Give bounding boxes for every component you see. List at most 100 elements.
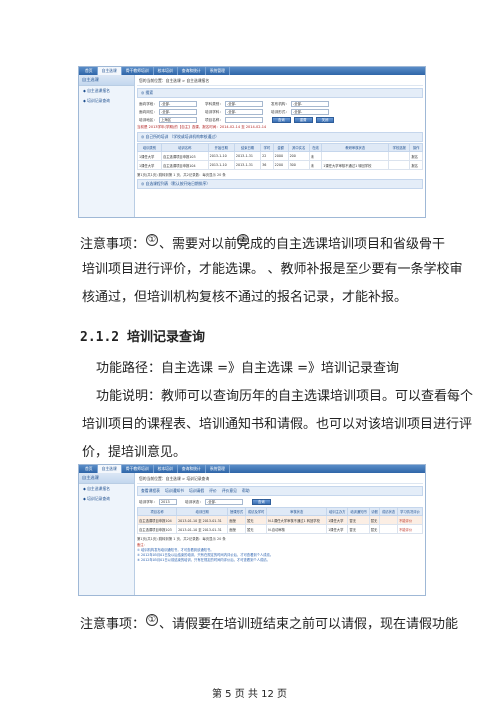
table-row[interactable]: 自主选课项目申报103 2013-01-10 至 2013-01-31 面授 暂…	[136, 524, 424, 534]
evaluation-opinion-button[interactable]: 评价意见	[222, 488, 237, 494]
table-row[interactable]: 自主选课项目申报104 2013-01-10 至 2013-01-31 面授 暂…	[136, 515, 424, 525]
cell-hours: 36	[260, 160, 274, 170]
select-status[interactable]: -全部-	[205, 499, 243, 505]
reset-button[interactable]: 重置	[293, 117, 313, 123]
main-panel: 您的当前位置：自主选课 > 自主选课报名 ◎ 搜索 面向学段： -全部- 学科类…	[137, 77, 423, 217]
help-button[interactable]: 帮助	[242, 488, 250, 494]
nav-tab-school[interactable]: 校本培训	[154, 465, 178, 473]
cell-fee: 2200	[272, 160, 289, 170]
circled-number-1: ①	[146, 234, 159, 246]
nav-tab-query[interactable]: 查询和统计	[178, 465, 206, 473]
col-score: 成绩及学时	[244, 507, 268, 516]
cell-real: 200	[287, 151, 310, 161]
cell-category: 1课任大学	[137, 160, 162, 170]
training-notice-button[interactable]: 培训通知书	[165, 488, 184, 494]
col-category: 培训类别	[137, 143, 162, 152]
cell-org: 1课任大学	[326, 524, 349, 534]
select-year[interactable]: 2013	[159, 499, 177, 505]
function-desc-3: 价，提培训意见。	[82, 445, 187, 460]
view-schedule-button[interactable]: 查看课程表	[141, 488, 160, 494]
leave-request-button[interactable]: 培训请假	[189, 488, 204, 494]
table-header-row: 项目名称 培训日期 授课形式 成绩及学时 审核状态 培训主办方 培训通知书 请假…	[136, 507, 424, 516]
select-publisher[interactable]: -全部-	[291, 101, 329, 107]
cell-project-link[interactable]: 自主选课项目申报104	[136, 515, 178, 525]
cell-status: N.自动审核	[266, 524, 328, 534]
close-button[interactable]: 关闭	[315, 117, 335, 123]
note-line-2: 培训项目进行评价，才能选课。 ② 、教师补报是至少要有一条学校审	[82, 234, 463, 278]
breadcrumb: 您的当前位置：自主选课 > 培训记录查询	[137, 475, 423, 484]
col-fee: 金额	[272, 143, 289, 152]
note-text-1: 、需要对以前完成的自主选课培训项目和省级骨干	[159, 237, 446, 252]
select-mode[interactable]: -全部-	[291, 109, 329, 115]
sidebar-item-registration[interactable]: ◆ 自主选课报名	[79, 86, 134, 96]
label-subject: 培训学科：	[205, 109, 223, 114]
sidebar-item-registration[interactable]: ◆ 自主选课报名	[79, 484, 134, 494]
col-hours: 学时	[260, 143, 274, 152]
cell-project-link[interactable]: 自主选课项目申报103	[136, 524, 178, 534]
nav-tab-backbone[interactable]: 骨干教师培训	[122, 67, 154, 75]
function-path: 功能路径：自主选课 =》自主选课 =》培训记录查询	[96, 361, 400, 376]
sidebar-item-records[interactable]: ◆ 培训记录查询	[79, 96, 134, 106]
select-region[interactable]: 上海区	[159, 117, 197, 123]
screenshot-training-records: 首页 自主选课 骨干教师培训 校本培训 查询和统计 系统管理 自主选课 ◆ 自主…	[78, 464, 426, 596]
cell-name-link[interactable]: 自主选课项目申报104	[160, 160, 209, 170]
select-subject[interactable]: -全部-	[225, 109, 263, 115]
cell-eval: 不能评价	[396, 524, 424, 534]
register-link[interactable]: 报名	[409, 160, 423, 170]
col-school: 学校选报	[388, 143, 411, 152]
nav-tab-query[interactable]: 查询和统计	[178, 67, 206, 75]
search-section-bar: ◎ 搜索	[137, 88, 423, 98]
nav-tab-school[interactable]: 校本培训	[154, 67, 178, 75]
label-project-name: 项目名称：	[205, 117, 223, 122]
cell-status	[321, 151, 390, 161]
note-label: 注意事项：	[80, 237, 146, 252]
register-link[interactable]: 报名	[409, 151, 423, 161]
sidebar-header: 自主选课	[79, 473, 134, 484]
note-item: ③ 2012年05月01日以前结束的培训，只有在规定的时间内评价后，才可查看到个…	[137, 558, 270, 562]
table-row: 1课任大学 自主选课项目申报103 2013-1-10 2013-1-31 22…	[137, 151, 423, 161]
cell-name-link[interactable]: 自主选课项目申报103	[160, 151, 209, 161]
note-label-2: 注意事项：	[80, 617, 146, 632]
nav-tab-home[interactable]: 首页	[81, 67, 98, 75]
pager[interactable]: 第1页(共1页) 跳转到第 1 页，共2记录数：每页显示 20 条	[137, 172, 423, 177]
note-text-3: 、教师补报是至少要有一条学校审	[267, 262, 463, 277]
cell-school	[388, 160, 411, 170]
nav-tab-system[interactable]: 系统管理	[206, 67, 230, 75]
sidebar-item-records[interactable]: ◆ 培训记录查询	[79, 494, 134, 504]
label-publisher: 发布机构：	[271, 101, 289, 106]
note-text-2: 培训项目进行评价，才能选课。	[82, 262, 258, 277]
col-eval: 学习情况评价	[396, 507, 424, 516]
select-post[interactable]: -全部-	[159, 109, 197, 115]
filter-search-button[interactable]: 查询	[252, 499, 271, 505]
col-status: 教研审核状态	[321, 143, 390, 152]
search-button[interactable]: 查询	[272, 117, 291, 123]
evaluate-button[interactable]: 评价	[209, 488, 217, 494]
col-state: 成绩状态	[379, 507, 398, 516]
input-project-name[interactable]	[225, 117, 263, 123]
cell-score: 暂无	[244, 524, 268, 534]
screenshot-course-registration: 首页 自主选课 骨干教师培训 校本培训 查询和统计 系统管理 自主选课 ◆ 自主…	[78, 66, 426, 218]
table-header-row: 培训类别 培训名称 开始日期 结束日期 学时 金额 其中实名 在线 教研审核状态…	[137, 143, 423, 152]
circled-number-3: ①	[146, 614, 159, 626]
col-org: 培训主办方	[326, 507, 349, 516]
col-op: 操作	[409, 143, 423, 152]
cell-score: 暂无	[244, 515, 268, 525]
col-mode: 授课形式	[227, 507, 246, 516]
sidebar: 自主选课 ◆ 自主选课报名 ◆ 培训记录查询	[79, 473, 135, 595]
nav-tab-system[interactable]: 系统管理	[206, 465, 230, 473]
select-stage[interactable]: -全部-	[159, 101, 197, 107]
note-line-3: 核通过，但培训机构复核不通过的报名记录，才能补报。	[82, 290, 422, 306]
cell-end: 2013-1-31	[233, 151, 262, 161]
pager[interactable]: 第1页(共1页) 跳转到第 1 页，共2记录数：每页显示 20 条	[137, 536, 423, 541]
label-status: 培训状态：	[185, 499, 203, 504]
label-post: 面向岗位：	[139, 109, 157, 114]
select-subject-type[interactable]: -全部-	[225, 101, 263, 107]
nav-tab-backbone[interactable]: 骨干教师培训	[122, 465, 154, 473]
table-row: 1课任大学 自主选课项目申报104 2013-1-10 2013-1-31 36…	[137, 160, 423, 170]
nav-tab-self-select[interactable]: 自主选课	[97, 67, 122, 75]
nav-tab-self-select[interactable]: 自主选课	[97, 465, 122, 473]
note-line-4: 注意事项： ① 、请假要在培训班结束之前可以请假，现在请假功能	[80, 614, 458, 633]
cell-school	[388, 151, 411, 161]
nav-tab-home[interactable]: 首页	[81, 465, 98, 473]
top-navigation: 首页 自主选课 骨干教师培训 校本培训 查询和统计 系统管理	[79, 67, 425, 75]
